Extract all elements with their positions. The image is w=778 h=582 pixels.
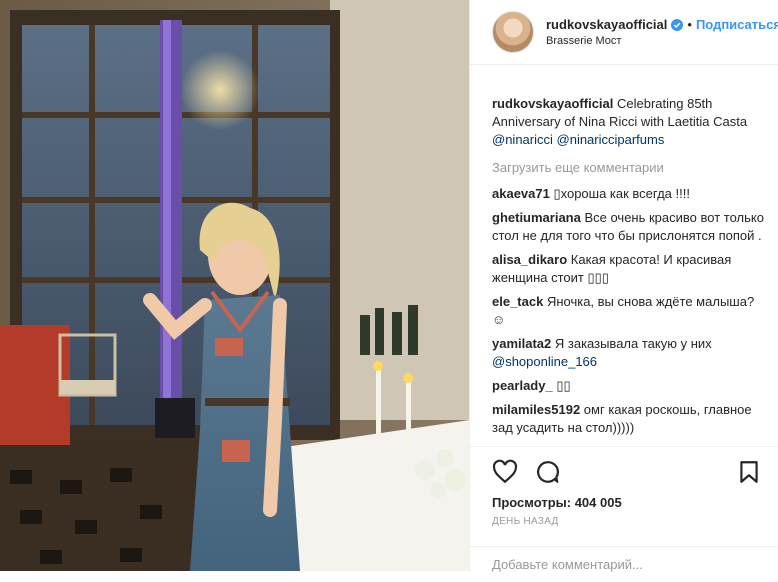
post-photo[interactable] xyxy=(0,0,469,571)
header-username[interactable]: rudkovskayaofficial xyxy=(546,17,667,32)
comment-item: alisa_dikaro Какая красота! И красивая ж… xyxy=(492,251,766,287)
views-count[interactable]: Просмотры: 404 005 xyxy=(492,495,778,510)
post-caption: rudkovskayaofficial Celebrating 85th Ann… xyxy=(492,95,766,149)
comment-item: yamilata2 Я заказывала такую у них @shop… xyxy=(492,335,766,371)
post-sidebar: rudkovskayaofficial • Подписаться Brasse… xyxy=(469,0,778,572)
comment-text: ▯▯ xyxy=(552,378,571,393)
comment-item: pearlady_ ▯▯ xyxy=(492,377,766,395)
comment-text: Я заказывала такую у них xyxy=(551,336,712,351)
comment-username[interactable]: ghetiumariana xyxy=(492,210,581,225)
bookmark-icon[interactable] xyxy=(736,459,762,485)
comment-text: ▯хороша как всегда !!!! xyxy=(549,186,690,201)
caption-mention-2[interactable]: @ninaricciparfums xyxy=(557,132,665,147)
avatar[interactable] xyxy=(492,11,534,53)
comment-item: ele_tack Яночка, вы снова ждёте малыша?☺ xyxy=(492,293,766,329)
verified-badge-icon xyxy=(671,18,684,31)
heart-icon[interactable] xyxy=(492,459,518,485)
post-header: rudkovskayaofficial • Подписаться Brasse… xyxy=(470,0,778,65)
comment-username[interactable]: pearlady_ xyxy=(492,378,553,393)
comment-username[interactable]: akaeva71 xyxy=(492,186,550,201)
comment-username[interactable]: ele_tack xyxy=(492,294,543,309)
post-timestamp[interactable]: ДЕНЬ НАЗАД xyxy=(492,516,778,527)
action-icons xyxy=(492,457,778,487)
header-info: rudkovskayaofficial • Подписаться Brasse… xyxy=(546,17,778,47)
comment-item: akaeva71 ▯хороша как всегда !!!! xyxy=(492,185,766,203)
comment-item: ghetiumariana Все очень красиво вот толь… xyxy=(492,209,766,245)
comments-list: rudkovskayaofficial Celebrating 85th Ann… xyxy=(470,65,778,437)
load-more-comments-link[interactable]: Загрузить еще комментарии xyxy=(492,159,766,177)
post-actions: Просмотры: 404 005 ДЕНЬ НАЗАД xyxy=(470,446,778,527)
instagram-post: rudkovskayaofficial • Подписаться Brasse… xyxy=(0,0,778,572)
comment-item: milamiles5192 омг какая роскошь, главное… xyxy=(492,401,766,437)
add-comment-input[interactable]: Добавьте комментарий... xyxy=(470,546,778,582)
separator-dot: • xyxy=(687,17,692,32)
follow-button[interactable]: Подписаться xyxy=(696,17,778,32)
location-link[interactable]: Brasserie Мост xyxy=(546,35,778,47)
comment-mention[interactable]: @shoponline_166 xyxy=(492,354,597,369)
comment-username[interactable]: milamiles5192 xyxy=(492,402,580,417)
comment-username[interactable]: yamilata2 xyxy=(492,336,551,351)
caption-username[interactable]: rudkovskayaofficial xyxy=(492,96,613,111)
caption-mention-1[interactable]: @ninaricci xyxy=(492,132,553,147)
photo-scene xyxy=(0,0,469,571)
header-line: rudkovskayaofficial • Подписаться xyxy=(546,17,778,32)
comment-icon[interactable] xyxy=(534,459,560,485)
comment-username[interactable]: alisa_dikaro xyxy=(492,252,567,267)
